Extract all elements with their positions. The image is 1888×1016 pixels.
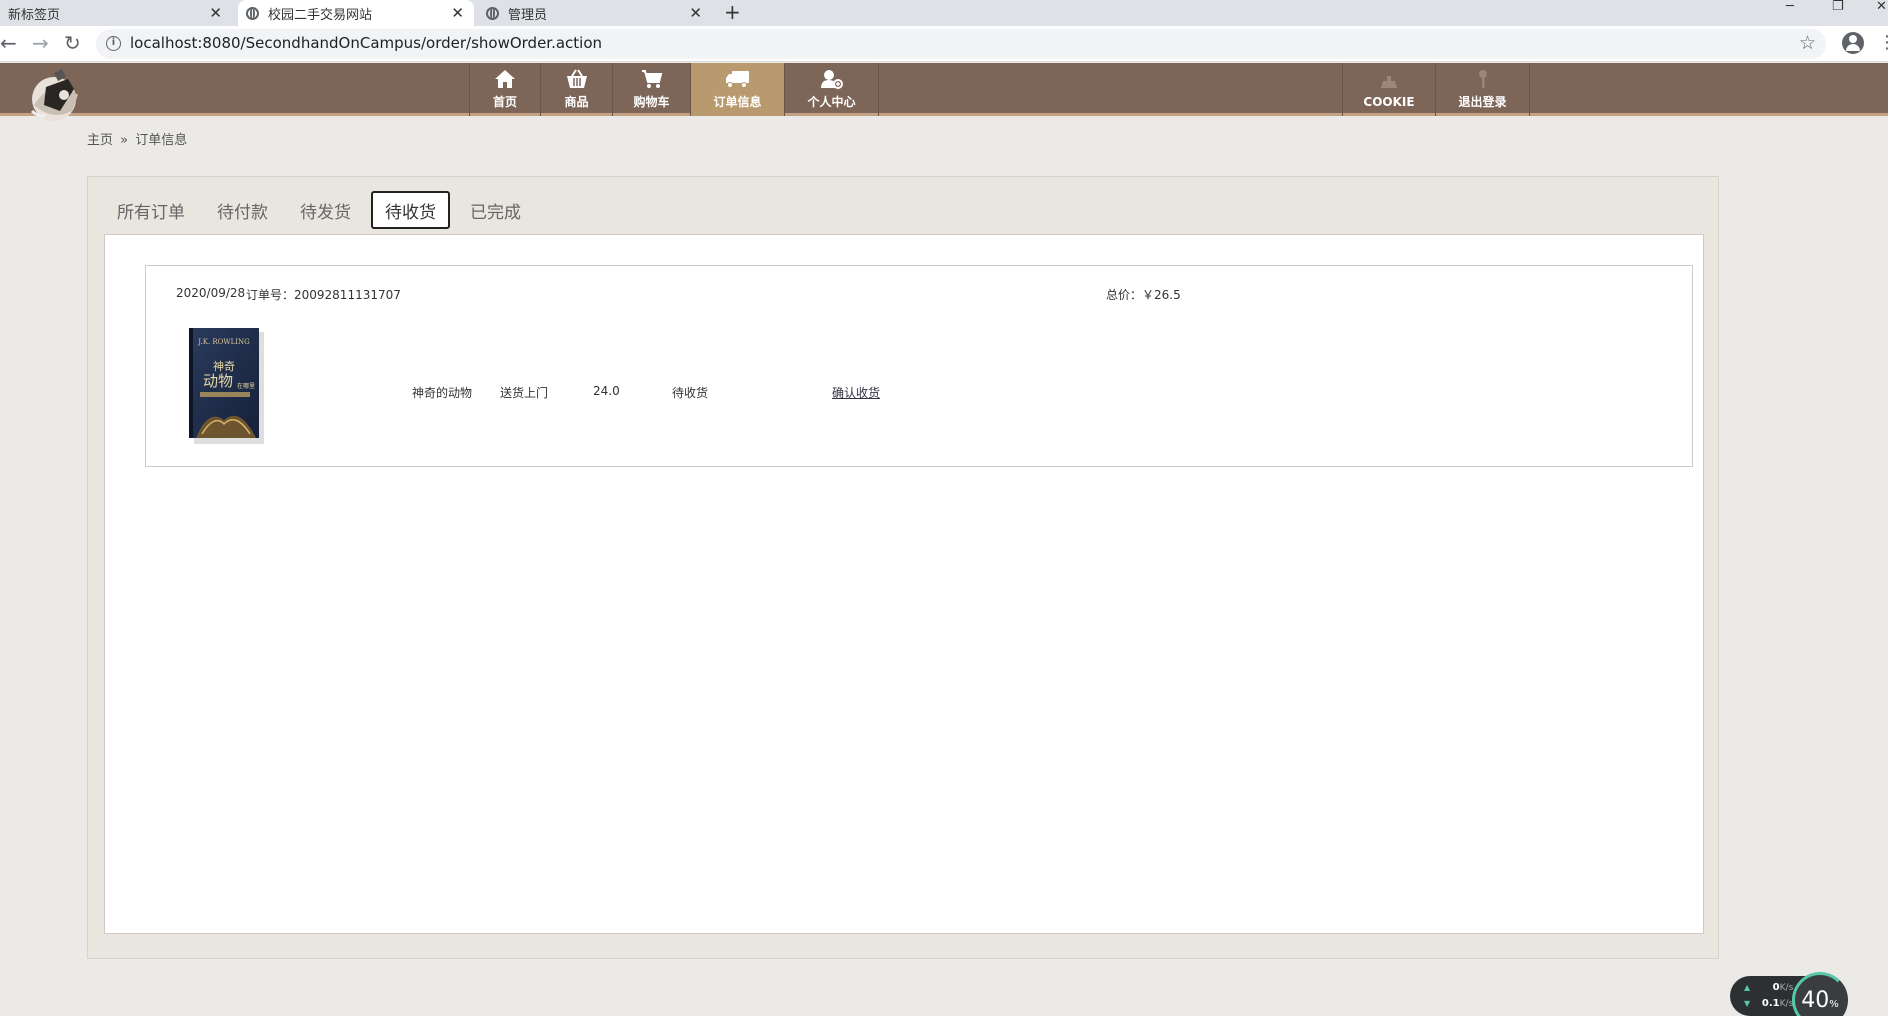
tab-pending-payment[interactable]: 待付款 bbox=[205, 191, 280, 229]
network-speed-widget[interactable]: ▲ 0K/s ▼ 0.1K/s 40% bbox=[1730, 972, 1848, 1016]
url-text[interactable]: localhost:8080/SecondhandOnCampus/order/… bbox=[130, 34, 602, 52]
nav-item-profile[interactable]: 个人中心 bbox=[785, 63, 879, 116]
nav-label: 订单信息 bbox=[713, 95, 762, 109]
breadcrumb: 主页 » 订单信息 bbox=[87, 129, 187, 148]
globe-icon bbox=[246, 6, 259, 20]
site-logo[interactable] bbox=[24, 65, 90, 123]
address-bar[interactable]: i localhost:8080/SecondhandOnCampus/orde… bbox=[96, 29, 1826, 59]
back-icon[interactable]: ← bbox=[0, 32, 17, 54]
nav-item-cart[interactable]: 购物车 bbox=[613, 63, 691, 116]
cart-icon bbox=[641, 70, 662, 88]
cookie-icon bbox=[1381, 75, 1397, 88]
user-icon bbox=[820, 70, 843, 89]
download-speed: ▼ 0.1K/s bbox=[1744, 998, 1794, 1009]
book-title-line3: 在哪里 bbox=[237, 382, 255, 390]
bookmark-star-icon[interactable]: ☆ bbox=[1799, 32, 1816, 54]
minimize-icon[interactable]: ─ bbox=[1786, 0, 1794, 20]
globe-icon bbox=[486, 6, 499, 20]
product-price: 24.0 bbox=[593, 384, 620, 398]
upload-arrow-icon: ▲ bbox=[1744, 983, 1751, 992]
nav-item-logout[interactable]: 退出登录 bbox=[1436, 63, 1530, 116]
nav-label: 商品 bbox=[564, 95, 589, 109]
tab-title: 校园二手交易网站 bbox=[268, 7, 373, 23]
breadcrumb-current: 订单信息 bbox=[135, 133, 188, 148]
close-icon[interactable]: ✕ bbox=[689, 4, 702, 22]
nav-label: COOKIE bbox=[1363, 94, 1415, 109]
tab-completed[interactable]: 已完成 bbox=[458, 191, 533, 229]
right-nav: COOKIE 退出登录 bbox=[1342, 63, 1530, 116]
breadcrumb-home[interactable]: 主页 bbox=[87, 133, 113, 148]
nav-item-cookie[interactable]: COOKIE bbox=[1342, 63, 1436, 116]
orders-content: 2020/09/28 订单号：20092811131707 总价：￥26.5 J… bbox=[104, 234, 1704, 934]
basket-icon bbox=[566, 69, 587, 88]
profile-icon[interactable] bbox=[1842, 32, 1864, 54]
nav-item-orders[interactable]: 订单信息 bbox=[691, 63, 785, 116]
nav-label: 退出登录 bbox=[1458, 95, 1507, 109]
close-icon[interactable]: ✕ bbox=[209, 4, 222, 22]
product-image[interactable]: J.K. ROWLING 神奇 动物 在哪里 bbox=[188, 328, 266, 444]
site-header: 首页 商品 购物车 订单信息 个人中心 COOKIE 退出登录 bbox=[0, 63, 1888, 121]
browser-tab-campus[interactable]: 校园二手交易网站 ✕ bbox=[238, 0, 474, 26]
main-nav: 首页 商品 购物车 订单信息 个人中心 bbox=[469, 63, 879, 116]
upload-speed: ▲ 0K/s bbox=[1744, 982, 1794, 993]
restore-icon[interactable]: ❐ bbox=[1832, 0, 1844, 20]
book-title-line2: 动物 bbox=[203, 372, 233, 390]
orders-panel: 所有订单 待付款 待发货 待收货 已完成 2020/09/28 订单号：2009… bbox=[87, 176, 1719, 959]
menu-icon[interactable]: ⋮ bbox=[1878, 32, 1888, 53]
delivery-method: 送货上门 bbox=[500, 386, 549, 400]
info-icon[interactable]: i bbox=[106, 36, 121, 51]
close-window-icon[interactable]: ✕ bbox=[1876, 0, 1887, 20]
product-name[interactable]: 神奇的动物 bbox=[412, 384, 472, 401]
order-card: 2020/09/28 订单号：20092811131707 总价：￥26.5 J… bbox=[145, 265, 1693, 467]
new-tab-button[interactable]: + bbox=[724, 0, 741, 26]
nav-label: 首页 bbox=[492, 95, 517, 109]
browser-tab-admin[interactable]: 管理员 ✕ bbox=[478, 0, 712, 26]
nav-label: 购物车 bbox=[633, 95, 670, 109]
confirm-receipt-link[interactable]: 确认收货 bbox=[832, 384, 880, 401]
order-number: 订单号：20092811131707 bbox=[246, 288, 401, 302]
breadcrumb-separator: » bbox=[120, 133, 129, 148]
browser-toolbar: ← → ↻ i localhost:8080/SecondhandOnCampu… bbox=[0, 26, 1888, 62]
truck-icon bbox=[725, 71, 749, 88]
nav-label: 个人中心 bbox=[807, 95, 856, 109]
tab-all-orders[interactable]: 所有订单 bbox=[105, 191, 197, 229]
tab-title: 管理员 bbox=[508, 7, 548, 23]
tab-pending-shipment[interactable]: 待发货 bbox=[288, 191, 363, 229]
nav-item-home[interactable]: 首页 bbox=[469, 63, 541, 116]
tab-title: 新标签页 bbox=[8, 7, 61, 23]
reload-icon[interactable]: ↻ bbox=[64, 32, 81, 54]
nav-item-goods[interactable]: 商品 bbox=[541, 63, 613, 116]
book-author: J.K. ROWLING bbox=[197, 338, 250, 346]
order-status: 待收货 bbox=[672, 386, 709, 400]
download-arrow-icon: ▼ bbox=[1744, 999, 1751, 1008]
forward-icon[interactable]: → bbox=[32, 32, 49, 54]
cpu-usage-gauge: 40% bbox=[1792, 972, 1848, 1016]
browser-tab-newtab[interactable]: 新标签页 ✕ bbox=[0, 0, 232, 26]
browser-tabbar: 新标签页 ✕ 校园二手交易网站 ✕ 管理员 ✕ + ─ ❐ ✕ bbox=[0, 0, 1888, 26]
order-total: 总价：￥26.5 bbox=[1106, 288, 1181, 302]
tab-pending-receipt[interactable]: 待收货 bbox=[371, 191, 450, 229]
order-tabs: 所有订单 待付款 待发货 待收货 已完成 bbox=[105, 191, 541, 229]
book-title-line1: 神奇 bbox=[213, 359, 235, 373]
key-icon bbox=[1478, 70, 1487, 88]
close-icon[interactable]: ✕ bbox=[451, 4, 464, 22]
order-date: 2020/09/28 bbox=[176, 286, 246, 300]
home-icon bbox=[495, 70, 515, 88]
